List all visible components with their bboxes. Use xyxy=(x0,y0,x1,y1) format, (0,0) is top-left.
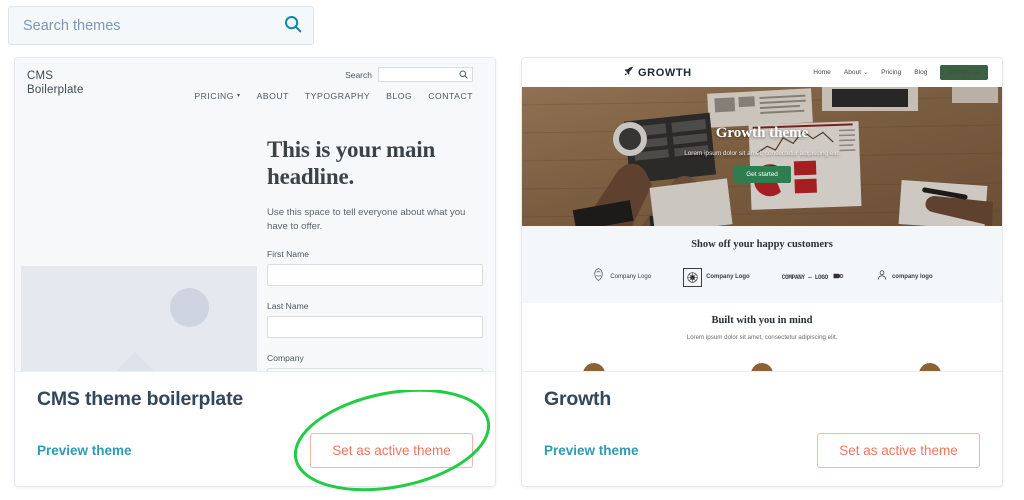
boxed-emblem-logo-icon xyxy=(683,267,703,287)
preview-theme-link-growth[interactable]: Preview theme xyxy=(544,443,639,458)
client-logo-4: company logo xyxy=(876,268,933,286)
nav-label: Home xyxy=(813,69,831,76)
growth-clients-section: Show off your happy customers Company Lo… xyxy=(522,226,1002,303)
chevron-down-icon: ⌄ xyxy=(863,69,869,76)
built-subtitle: Lorem ipsum dolor sit amet, consectetur … xyxy=(686,334,838,341)
client-logo-1: Company Logo xyxy=(591,267,651,287)
nav-item-blog[interactable]: BLOG xyxy=(386,91,412,101)
form-field-first-name: First Name xyxy=(267,249,483,286)
stamp-logo-icon xyxy=(832,268,844,286)
hero-title: Growth theme xyxy=(715,125,809,141)
person-logo-icon xyxy=(876,268,888,286)
form-label-last-name: Last Name xyxy=(267,301,309,311)
growth-nav: Home About ⌄ Pricing Blog Contact us xyxy=(813,65,988,80)
theme-card-growth[interactable]: GROWTH Home About ⌄ Pricing Blog Contact… xyxy=(521,57,1003,487)
theme-card-footer-cms-boilerplate: CMS theme boilerplate Preview theme Set … xyxy=(15,371,495,486)
nav-label: Blog xyxy=(914,69,928,76)
search-icon xyxy=(459,66,468,84)
boilerplate-headline: This is your main headline. xyxy=(267,137,436,189)
theme-gallery-page: CMS Boilerplate Search xyxy=(0,0,1024,500)
nav-label: BLOG xyxy=(386,91,413,101)
placeholder-sun xyxy=(170,288,209,327)
search-themes-bar[interactable] xyxy=(8,6,314,45)
boilerplate-body: This is your main headline. Use this spa… xyxy=(15,110,495,371)
form-field-company: Company xyxy=(267,353,483,371)
growth-logo-text: GROWTH xyxy=(638,66,692,79)
placeholder-mountain-large xyxy=(47,352,223,371)
nav-item-contact[interactable]: CONTACT xyxy=(428,91,473,101)
chevron-down-icon: ▾ xyxy=(237,93,241,99)
rocket-icon xyxy=(624,66,634,79)
client-logo-caption: COMPANY — LOGO xyxy=(781,273,829,281)
set-as-active-theme-button-cms-boilerplate[interactable]: Set as active theme xyxy=(310,433,473,468)
nav-item-about[interactable]: About ⌄ xyxy=(844,69,868,76)
hero-subtitle: Lorem ipsum dolor sit amet, consectetur … xyxy=(684,150,840,157)
growth-hero: Growth theme Lorem ipsum dolor sit amet,… xyxy=(522,87,1002,226)
theme-card-footer-growth: Growth Preview theme Set as active theme xyxy=(522,371,1002,486)
boilerplate-header: CMS Boilerplate Search PRICING ▾ ABOUT T… xyxy=(15,58,495,110)
search-submit-button[interactable] xyxy=(273,7,313,44)
search-icon xyxy=(284,15,302,36)
boilerplate-logo: CMS Boilerplate xyxy=(27,69,84,97)
nav-label: About xyxy=(843,69,862,76)
image-placeholder-icon xyxy=(21,266,257,371)
theme-preview-growth: GROWTH Home About ⌄ Pricing Blog Contact… xyxy=(522,58,1002,371)
growth-header: GROWTH Home About ⌄ Pricing Blog Contact… xyxy=(522,58,1002,87)
theme-card-cms-boilerplate[interactable]: CMS Boilerplate Search PRICING ▾ ABOUT T… xyxy=(14,57,496,487)
theme-title-growth: Growth xyxy=(544,388,612,410)
boilerplate-logo-line2: Boilerplate xyxy=(27,84,84,96)
boilerplate-search-label: Search xyxy=(345,69,372,80)
nav-label: ABOUT xyxy=(256,91,289,101)
theme-card-actions: Preview theme Set as active theme xyxy=(37,433,473,468)
feature-circle-icon xyxy=(919,363,941,371)
search-input[interactable] xyxy=(9,17,273,34)
nav-item-blog[interactable]: Blog xyxy=(914,69,927,76)
theme-card-actions: Preview theme Set as active theme xyxy=(544,433,980,468)
nav-label: PRICING xyxy=(194,91,235,101)
growth-logo[interactable]: GROWTH xyxy=(624,66,692,79)
nav-item-pricing[interactable]: PRICING ▾ xyxy=(194,91,240,101)
nav-item-pricing[interactable]: Pricing xyxy=(881,69,901,76)
nav-item-typography[interactable]: TYPOGRAPHY xyxy=(305,91,370,101)
boilerplate-mock-site: CMS Boilerplate Search PRICING ▾ ABOUT T… xyxy=(15,58,495,371)
set-as-active-theme-button-growth[interactable]: Set as active theme xyxy=(817,433,980,468)
client-logo-caption: Company Logo xyxy=(706,274,750,280)
nav-label: Pricing xyxy=(881,69,902,76)
growth-built-section: Built with you in mind Lorem ipsum dolor… xyxy=(522,303,1002,371)
feature-circle-icon xyxy=(751,363,773,371)
boilerplate-search-input[interactable] xyxy=(378,67,473,82)
boilerplate-hero-column: This is your main headline. Use this spa… xyxy=(267,136,483,371)
growth-mock-site: GROWTH Home About ⌄ Pricing Blog Contact… xyxy=(522,58,1002,371)
boilerplate-header-search[interactable]: Search xyxy=(345,67,473,82)
client-logo-caption: company logo xyxy=(891,274,933,280)
client-logo-caption: Company Logo xyxy=(610,274,652,280)
built-feature-icons xyxy=(522,363,1002,371)
client-logo-3: COMPANY — LOGO xyxy=(782,268,844,286)
client-logo-row: Company Logo Company Logo COMPANY — LOGO… xyxy=(522,267,1002,287)
form-input-last-name[interactable] xyxy=(267,316,483,338)
nav-item-home[interactable]: Home xyxy=(813,69,831,76)
boilerplate-logo-line1: CMS xyxy=(27,70,54,82)
form-field-last-name: Last Name xyxy=(267,301,483,338)
form-label-company: Company xyxy=(267,353,304,363)
get-started-button[interactable]: Get started xyxy=(733,166,791,183)
built-title: Built with you in mind xyxy=(711,315,813,326)
nav-label: TYPOGRAPHY xyxy=(304,91,371,101)
clients-title: Show off your happy customers xyxy=(691,239,833,250)
boilerplate-subhead: Use this space to tell everyone about wh… xyxy=(267,207,466,232)
form-label-first-name: First Name xyxy=(267,249,310,259)
client-logo-2: Company Logo xyxy=(683,267,750,287)
form-input-first-name[interactable] xyxy=(267,264,483,286)
hero-content: Growth theme Lorem ipsum dolor sit amet,… xyxy=(522,125,1002,183)
preview-theme-link-cms-boilerplate[interactable]: Preview theme xyxy=(37,443,132,458)
nav-label: CONTACT xyxy=(428,91,473,101)
feature-circle-icon xyxy=(583,363,605,371)
contact-us-button[interactable]: Contact us xyxy=(940,65,988,80)
theme-title-cms-boilerplate: CMS theme boilerplate xyxy=(37,388,244,410)
theme-preview-cms-boilerplate: CMS Boilerplate Search PRICING ▾ ABOUT T… xyxy=(15,58,495,371)
boilerplate-nav: PRICING ▾ ABOUT TYPOGRAPHY BLOG CONTACT xyxy=(194,91,473,101)
nav-item-about[interactable]: ABOUT xyxy=(257,91,289,101)
crest-logo-icon xyxy=(591,267,606,287)
